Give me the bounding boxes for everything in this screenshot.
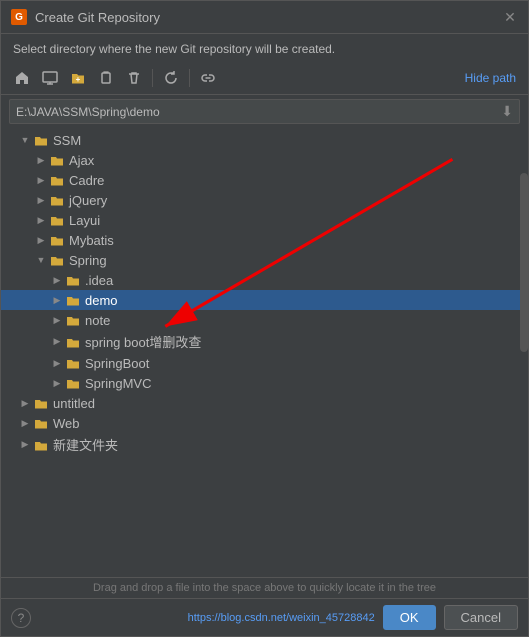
- chevron-ssm: [17, 135, 33, 145]
- tree-item-demo[interactable]: demo: [1, 290, 528, 310]
- label-untitled: untitled: [53, 396, 95, 411]
- label-jquery: jQuery: [69, 193, 107, 208]
- tree-item-ssm[interactable]: SSM: [1, 130, 528, 150]
- bottom-hint: Drag and drop a file into the space abov…: [1, 577, 528, 598]
- label-ajax: Ajax: [69, 153, 94, 168]
- tree-item-cadre[interactable]: Cadre: [1, 170, 528, 190]
- folder-icon-layui: [49, 212, 65, 228]
- folder-icon-springmvc: [65, 375, 81, 391]
- subtitle: Select directory where the new Git repos…: [1, 34, 528, 62]
- chevron-springboot: [49, 358, 65, 369]
- chevron-layui: [33, 215, 49, 226]
- new-folder-button[interactable]: +: [65, 66, 91, 90]
- folder-icon-springboot: [65, 355, 81, 371]
- home-button[interactable]: [9, 66, 35, 90]
- folder-icon-cadre: [49, 172, 65, 188]
- chevron-ajax: [33, 155, 49, 166]
- folder-icon-spring: [49, 252, 65, 268]
- label-spring: Spring: [69, 253, 107, 268]
- folder-icon-web: [33, 415, 49, 431]
- tree-item-spring[interactable]: Spring: [1, 250, 528, 270]
- tree-item-mybatis[interactable]: Mybatis: [1, 230, 528, 250]
- folder-icon-mybatis: [49, 232, 65, 248]
- desktop-button[interactable]: [37, 66, 63, 90]
- dialog-title: Create Git Repository: [35, 10, 494, 25]
- toolbar-separator-1: [152, 69, 153, 87]
- chevron-springboot-crud: [49, 336, 65, 347]
- hide-path-button[interactable]: Hide path: [461, 69, 520, 87]
- folder-icon-idea: [65, 272, 81, 288]
- tree-item-web[interactable]: Web: [1, 413, 528, 433]
- svg-text:+: +: [76, 75, 81, 84]
- folder-icon-untitled: [33, 395, 49, 411]
- label-ssm: SSM: [53, 133, 81, 148]
- refresh-button[interactable]: [158, 66, 184, 90]
- scrollbar-track: [520, 128, 528, 577]
- folder-icon-demo: [65, 292, 81, 308]
- tree-item-springmvc[interactable]: SpringMVC: [1, 373, 528, 393]
- chevron-springmvc: [49, 378, 65, 389]
- chevron-web: [17, 418, 33, 429]
- help-button[interactable]: ?: [11, 608, 31, 628]
- tree-item-note[interactable]: note: [1, 310, 528, 330]
- toolbar: + Hide path: [1, 62, 528, 95]
- folder-icon-ajax: [49, 152, 65, 168]
- toolbar-separator-2: [189, 69, 190, 87]
- label-cadre: Cadre: [69, 173, 104, 188]
- label-newdir: 新建文件夹: [53, 435, 118, 454]
- label-layui: Layui: [69, 213, 100, 228]
- title-bar: G Create Git Repository ✕: [1, 1, 528, 34]
- chevron-newdir: [17, 439, 33, 450]
- cancel-button[interactable]: Cancel: [444, 605, 518, 630]
- label-springboot: SpringBoot: [85, 356, 149, 371]
- chevron-spring: [33, 255, 49, 265]
- tree-item-idea[interactable]: .idea: [1, 270, 528, 290]
- folder-icon-newdir: [33, 437, 49, 453]
- folder-icon-springboot-crud: [65, 334, 81, 350]
- chevron-idea: [49, 275, 65, 286]
- tree-item-layui[interactable]: Layui: [1, 210, 528, 230]
- button-bar: ? https://blog.csdn.net/weixin_45728842 …: [1, 598, 528, 636]
- folder-icon-jquery: [49, 192, 65, 208]
- chevron-untitled: [17, 398, 33, 409]
- tree-item-springboot[interactable]: SpringBoot: [1, 353, 528, 373]
- path-bar: E:\JAVA\SSM\Spring\demo ⬇: [9, 99, 520, 124]
- folder-icon-note: [65, 312, 81, 328]
- clipboard-button[interactable]: [93, 66, 119, 90]
- watermark-link: https://blog.csdn.net/weixin_45728842: [188, 612, 375, 624]
- close-button[interactable]: ✕: [502, 9, 518, 25]
- path-input[interactable]: E:\JAVA\SSM\Spring\demo: [16, 105, 497, 119]
- path-download-icon[interactable]: ⬇: [501, 103, 513, 120]
- ok-button[interactable]: OK: [383, 605, 436, 630]
- folder-icon-ssm: [33, 132, 49, 148]
- chevron-demo: [49, 295, 65, 306]
- label-web: Web: [53, 416, 80, 431]
- link-button[interactable]: [195, 66, 221, 90]
- label-springmvc: SpringMVC: [85, 376, 151, 391]
- tree-item-ajax[interactable]: Ajax: [1, 150, 528, 170]
- label-springboot-crud: spring boot增删改查: [85, 332, 201, 351]
- tree-item-springboot-crud[interactable]: spring boot增删改查: [1, 330, 528, 353]
- tree-item-jquery[interactable]: jQuery: [1, 190, 528, 210]
- tree-item-newdir[interactable]: 新建文件夹: [1, 433, 528, 456]
- chevron-cadre: [33, 175, 49, 186]
- tree-item-untitled[interactable]: untitled: [1, 393, 528, 413]
- label-demo: demo: [85, 293, 118, 308]
- chevron-mybatis: [33, 235, 49, 246]
- label-idea: .idea: [85, 273, 113, 288]
- tree-container: SSM Ajax Cadre jQuery: [1, 128, 528, 577]
- label-note: note: [85, 313, 110, 328]
- chevron-jquery: [33, 195, 49, 206]
- scrollbar-thumb[interactable]: [520, 173, 528, 353]
- app-icon: G: [11, 9, 27, 25]
- label-mybatis: Mybatis: [69, 233, 114, 248]
- delete-button[interactable]: [121, 66, 147, 90]
- dialog: G Create Git Repository ✕ Select directo…: [0, 0, 529, 637]
- chevron-note: [49, 315, 65, 326]
